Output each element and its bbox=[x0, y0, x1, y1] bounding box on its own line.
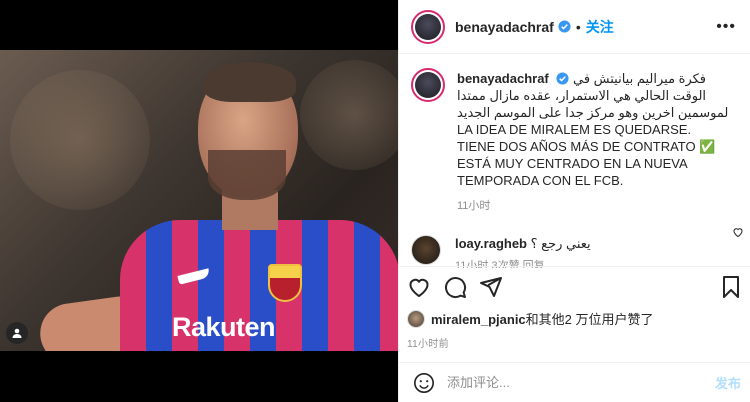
author-avatar[interactable] bbox=[411, 9, 445, 44]
player-hair bbox=[204, 62, 296, 102]
post-actions: miralem_pjanic和其他2 万位用户赞了 11小时前 bbox=[399, 266, 750, 350]
comment-like-heart-icon[interactable] bbox=[732, 226, 744, 238]
commenter-username[interactable]: loay.ragheb bbox=[455, 236, 527, 251]
commenter-avatar[interactable] bbox=[411, 235, 441, 265]
liker-username[interactable]: miralem_pjanic bbox=[431, 312, 526, 327]
likes-count-text[interactable]: 和其他2 万位用户赞了 bbox=[526, 312, 654, 327]
tagged-users-icon[interactable] bbox=[6, 322, 28, 344]
background-bokeh bbox=[300, 60, 398, 170]
author-username[interactable]: benayadachraf bbox=[455, 19, 554, 35]
fcb-crest bbox=[268, 264, 302, 302]
liker-avatar[interactable] bbox=[407, 309, 425, 328]
instagram-post-dialog: Rakuten benayadachraf • 关注 ••• benayadac… bbox=[0, 0, 750, 402]
bookmark-icon[interactable] bbox=[719, 275, 743, 299]
separator-dot: • bbox=[575, 18, 581, 35]
caption-text: فكرة ميراليم بيانيتش في الوقت الحالي هي … bbox=[457, 71, 729, 188]
comment-input[interactable] bbox=[447, 375, 715, 390]
post-timestamp: 11小时前 bbox=[407, 339, 449, 350]
background-bokeh bbox=[10, 70, 150, 210]
comments-section[interactable]: benayadachraf فكرة ميراليم بيانيتش في ال… bbox=[399, 54, 750, 268]
caption-time: 11小时 bbox=[457, 200, 491, 212]
comment-text: يعني رجع ؟ bbox=[530, 236, 591, 251]
verified-badge-icon bbox=[558, 20, 571, 33]
likes-summary: miralem_pjanic和其他2 万位用户赞了 bbox=[407, 309, 743, 328]
add-comment-bar: 发布 bbox=[399, 362, 750, 402]
post-comment-button[interactable]: 发布 bbox=[715, 373, 741, 392]
share-send-icon[interactable] bbox=[479, 275, 503, 299]
post-media[interactable]: Rakuten bbox=[0, 0, 398, 402]
like-heart-icon[interactable] bbox=[407, 275, 431, 299]
caption-username[interactable]: benayadachraf bbox=[457, 71, 549, 86]
caption-author-avatar[interactable] bbox=[411, 68, 445, 102]
more-options-icon[interactable]: ••• bbox=[716, 18, 736, 36]
comment-bubble-icon[interactable] bbox=[443, 275, 467, 299]
comment-item: loay.ragheb يعني رجع ؟ 11小时 3次赞 回复 bbox=[411, 235, 738, 268]
verified-badge-icon bbox=[556, 72, 569, 85]
post-side-panel: benayadachraf • 关注 ••• benayadachraf فكر… bbox=[398, 0, 750, 402]
post-photo[interactable]: Rakuten bbox=[0, 50, 398, 351]
follow-button[interactable]: 关注 bbox=[586, 17, 614, 37]
shirt-sponsor-text: Rakuten bbox=[172, 312, 276, 342]
post-caption: benayadachraf فكرة ميراليم بيانيتش في ال… bbox=[411, 68, 738, 213]
player-beard bbox=[208, 150, 286, 200]
emoji-icon[interactable] bbox=[413, 372, 435, 394]
post-header: benayadachraf • 关注 ••• bbox=[399, 0, 750, 54]
